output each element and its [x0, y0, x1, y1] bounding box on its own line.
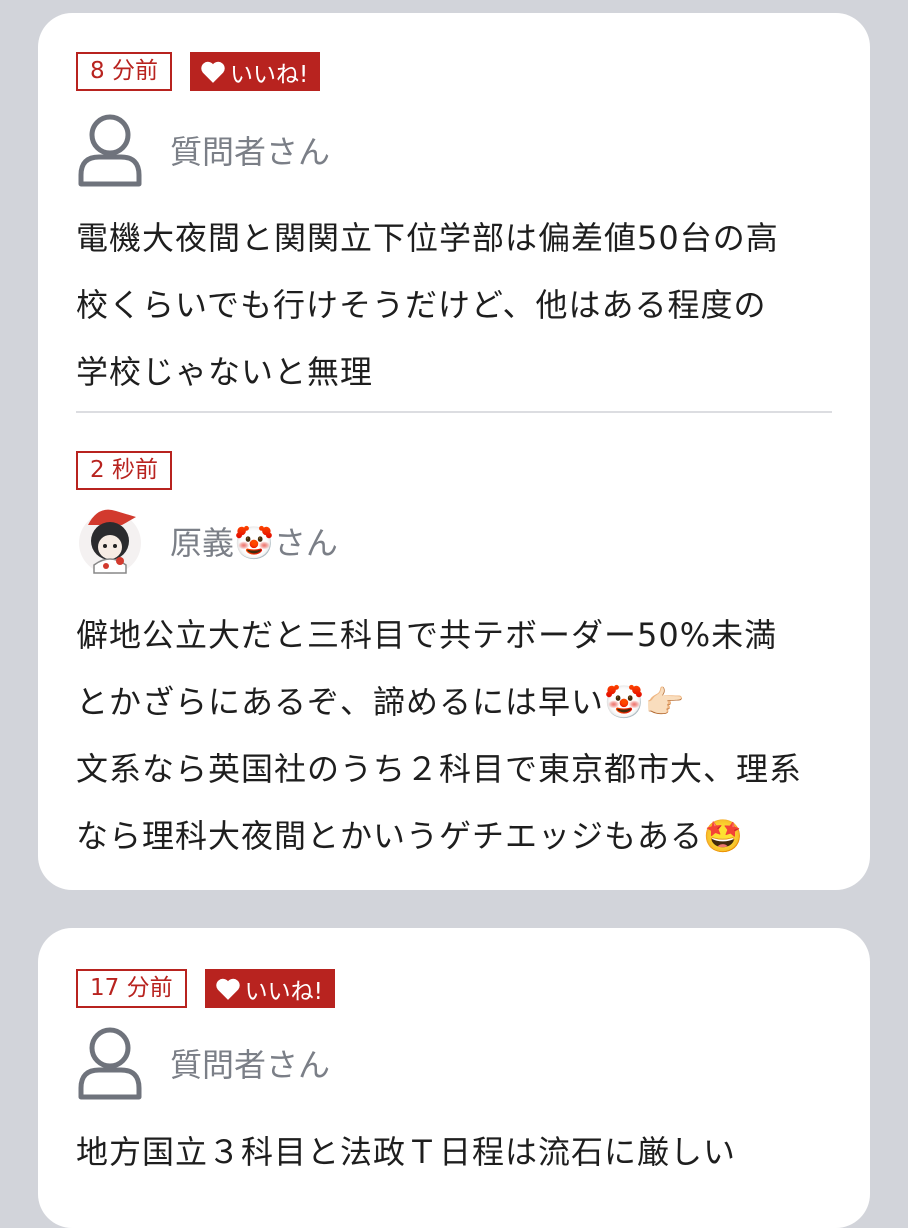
answer-card: 17 分前 いいね! 質問者さん 地方国立３科目と法政Ｔ日程は流石に厳しい — [38, 928, 870, 1228]
post-author: 原義🤡さん — [76, 501, 832, 581]
post-body-line: 文系なら英国社のうち２科目で東京都市大、理系 — [76, 750, 803, 788]
timestamp-badge: 8 分前 — [76, 52, 172, 91]
post-body-line: 校くらいでも行けそうだけど、他はある程度の — [76, 286, 767, 324]
post-body-line: 電機大夜間と関関立下位学部は偏差値50台の高 — [76, 219, 779, 257]
author-name: 質問者さん — [170, 133, 331, 171]
post-body: 地方国立３科目と法政Ｔ日程は流石に厳しい — [76, 1119, 832, 1186]
heart-icon — [201, 61, 225, 83]
post-badges: 8 分前 いいね! — [76, 52, 832, 91]
person-outline-icon — [76, 112, 144, 188]
post-body-line: とかざらにあるぞ、諦めるには早い🤡👉🏻 — [76, 683, 686, 721]
post-body: 電機大夜間と関関立下位学部は偏差値50台の高 校くらいでも行けそうだけど、他はあ… — [76, 205, 832, 406]
timestamp-badge: 2 秒前 — [76, 451, 172, 490]
timestamp-badge: 17 分前 — [76, 969, 187, 1008]
like-label: いいね! — [229, 61, 309, 88]
post-badges: 17 分前 いいね! — [76, 969, 832, 1008]
post-entry: 2 秒前 原義🤡さん 僻地公立大だと三科目で共テボーダー50%未満 とかざらにあ… — [76, 413, 832, 870]
person-outline-icon — [76, 1025, 144, 1101]
heart-icon — [215, 978, 240, 1000]
like-button[interactable]: いいね! — [189, 52, 321, 91]
post-body-line: なら理科大夜間とかいうゲチエッジもある🤩 — [76, 817, 744, 855]
post-body-line: 学校じゃないと無理 — [76, 353, 374, 391]
post-body-line: 地方国立３科目と法政Ｔ日程は流石に厳しい — [76, 1133, 737, 1171]
post-body: 僻地公立大だと三科目で共テボーダー50%未満 とかざらにあるぞ、諦めるには早い🤡… — [76, 602, 832, 870]
author-name: 質問者さん — [170, 1046, 331, 1084]
like-label: いいね! — [244, 978, 323, 1005]
post-author: 質問者さん — [76, 110, 832, 190]
anime-character-avatar[interactable] — [76, 503, 144, 579]
author-name: 原義🤡さん — [170, 524, 338, 562]
post-body-line: 僻地公立大だと三科目で共テボーダー50%未満 — [76, 616, 778, 654]
post-badges: 2 秒前 — [76, 451, 832, 490]
like-button[interactable]: いいね! — [204, 969, 335, 1008]
answer-card: 8 分前 いいね! 質問者さん 電機大夜間と関関立下位学部は偏差値50台の高 校… — [38, 13, 870, 890]
post-author: 質問者さん — [76, 1023, 832, 1103]
post-entry: 17 分前 いいね! 質問者さん 地方国立３科目と法政Ｔ日程は流石に厳しい — [76, 928, 832, 1186]
post-entry: 8 分前 いいね! 質問者さん 電機大夜間と関関立下位学部は偏差値50台の高 校… — [76, 13, 832, 406]
